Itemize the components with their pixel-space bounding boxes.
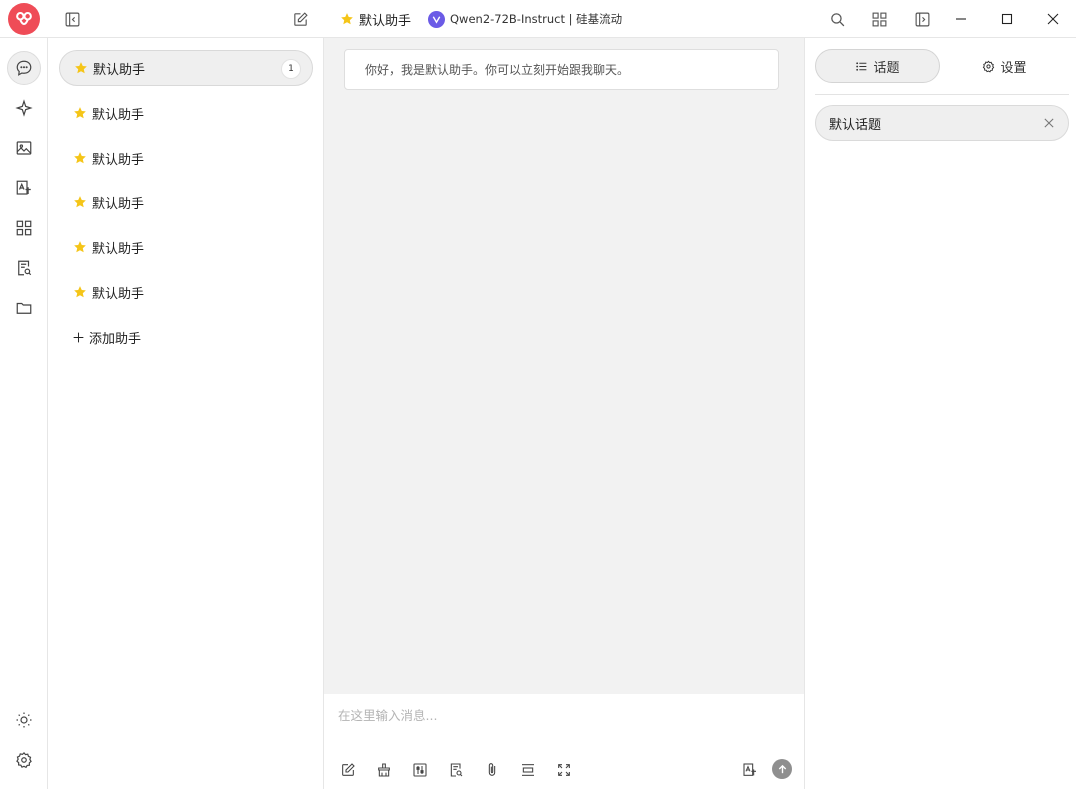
star-icon [74, 152, 86, 164]
nav-rail [0, 38, 48, 789]
add-assistant-button[interactable]: 添加助手 [72, 326, 141, 348]
welcome-message: 你好，我是默认助手。你可以立刻开始跟我聊天。 [344, 49, 779, 90]
tab-topics-label: 话题 [873, 60, 900, 76]
image-icon [16, 141, 32, 155]
gear-icon [983, 60, 995, 72]
star-icon [341, 13, 353, 25]
model-selector[interactable]: Qwen2-72B-Instruct | 硅基流动 [428, 9, 622, 29]
apps-grid-icon [16, 220, 32, 236]
topic-item-label: 默认话题 [829, 117, 882, 133]
assistant-item-label: 默认助手 [92, 286, 145, 302]
sparkle-icon [15, 99, 33, 117]
plus-icon [73, 332, 84, 342]
current-assistant-label: 默认助手 [359, 13, 412, 29]
close-window-button[interactable] [1030, 0, 1076, 38]
tab-settings-label: 设置 [1000, 60, 1027, 76]
gear-icon [16, 751, 32, 769]
nav-knowledge[interactable] [7, 251, 41, 285]
add-assistant-label: 添加助手 [89, 331, 142, 347]
star-icon [74, 107, 86, 119]
tab-topics[interactable]: 话题 [815, 49, 940, 83]
translate-icon [16, 180, 31, 195]
star-icon [75, 62, 87, 74]
nav-images[interactable] [7, 131, 41, 165]
right-panel: 话题 设置 默认话题 [804, 38, 1076, 789]
minimize-button[interactable] [938, 0, 984, 38]
document-search-icon [18, 260, 32, 276]
close-icon[interactable] [1042, 116, 1056, 130]
model-provider-icon [428, 10, 445, 28]
new-chat-icon[interactable] [288, 7, 312, 31]
assistant-item[interactable]: 默认助手 [59, 229, 313, 265]
expand-height-icon[interactable] [518, 760, 538, 780]
nav-apps[interactable] [7, 211, 41, 245]
arrow-up-icon [778, 764, 786, 773]
star-icon [74, 286, 86, 298]
nav-settings[interactable] [7, 743, 41, 777]
divider [815, 94, 1069, 95]
assistant-item[interactable]: 默认助手 [59, 95, 313, 131]
message-input[interactable] [338, 704, 778, 726]
star-icon [74, 241, 86, 253]
attachment-icon[interactable] [482, 760, 502, 780]
clear-context-icon[interactable] [374, 760, 394, 780]
search-icon[interactable] [825, 7, 849, 31]
knowledge-search-icon[interactable] [446, 760, 466, 780]
message-composer [324, 694, 804, 789]
chat-bubble-icon [16, 60, 32, 76]
assistant-item[interactable]: 默认助手 [59, 140, 313, 176]
assistant-item-label: 默认助手 [92, 241, 145, 257]
fullscreen-icon[interactable] [554, 760, 574, 780]
list-icon [856, 61, 867, 71]
app-window: 默认助手 Qwen2-72B-Instruct | 硅基流动 默认助手 1 默认… [0, 0, 1076, 789]
nav-translate[interactable] [7, 171, 41, 205]
toggle-right-panel-icon[interactable] [910, 7, 934, 31]
assistant-item[interactable]: 默认助手 1 [59, 50, 313, 86]
title-bar: 默认助手 Qwen2-72B-Instruct | 硅基流动 [0, 0, 1076, 38]
sun-icon [16, 712, 32, 728]
toggle-sidebar-icon[interactable] [60, 7, 84, 31]
nav-files[interactable] [7, 291, 41, 325]
assistant-item-label: 默认助手 [92, 152, 145, 168]
translate-input-icon[interactable] [740, 760, 760, 780]
assistant-list: 默认助手 1 默认助手 默认助手 默认助手 默认助手 默认助手 添加助手 [48, 38, 324, 789]
new-topic-icon[interactable] [338, 760, 358, 780]
adjust-settings-icon[interactable] [410, 760, 430, 780]
send-button[interactable] [772, 759, 792, 779]
nav-theme[interactable] [7, 703, 41, 737]
assistant-item-label: 默认助手 [92, 196, 145, 212]
folder-icon [16, 302, 32, 314]
star-icon [74, 196, 86, 208]
maximize-button[interactable] [984, 0, 1030, 38]
apps-grid-icon[interactable] [867, 7, 891, 31]
nav-agents[interactable] [7, 91, 41, 125]
nav-chat[interactable] [7, 51, 41, 85]
topic-count-badge: 1 [281, 59, 301, 79]
current-assistant[interactable]: 默认助手 [340, 9, 411, 29]
tab-settings[interactable]: 设置 [942, 49, 1067, 83]
app-logo [8, 3, 40, 35]
chat-area: 你好，我是默认助手。你可以立刻开始跟我聊天。 [324, 38, 804, 694]
assistant-item-label: 默认助手 [92, 107, 145, 123]
topic-item[interactable]: 默认话题 [815, 105, 1069, 141]
assistant-item-label: 默认助手 [93, 62, 146, 78]
assistant-item[interactable]: 默认助手 [59, 184, 313, 220]
assistant-item[interactable]: 默认助手 [59, 274, 313, 310]
model-label: Qwen2-72B-Instruct | 硅基流动 [450, 12, 623, 26]
